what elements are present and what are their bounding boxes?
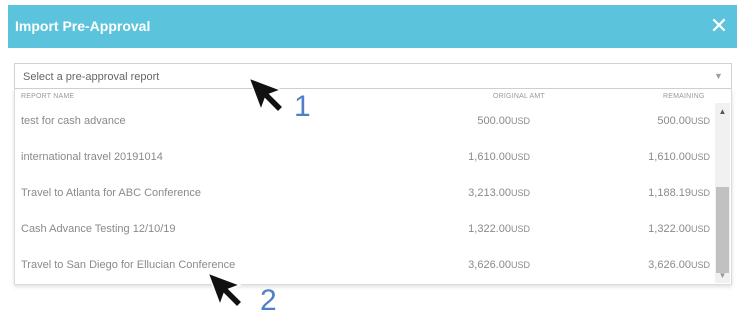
report-row[interactable]: Travel to Atlanta for ABC Conference 3,2…: [15, 176, 715, 212]
scrollbar-thumb[interactable]: [716, 187, 729, 273]
close-icon[interactable]: ✕: [707, 13, 731, 39]
annotation-label-1: 1: [294, 90, 311, 123]
report-row[interactable]: Travel to San Diego for Ellucian Confere…: [15, 248, 715, 284]
original-amount: 3,626.00USD: [468, 259, 530, 271]
original-amount: 1,322.00USD: [468, 223, 530, 235]
report-row[interactable]: Cash Advance Testing 12/10/19 1,322.00US…: [15, 212, 715, 248]
original-amount: 1,610.00USD: [468, 151, 530, 163]
scroll-up-icon[interactable]: ▲: [715, 105, 730, 119]
remaining-amount: 1,322.00USD: [648, 223, 710, 235]
annotation-label-2: 2: [260, 284, 277, 317]
report-name: test for cash advance: [21, 115, 126, 127]
dialog-header: Import Pre-Approval ✕: [8, 5, 737, 48]
pre-approval-select[interactable]: Select a pre-approval report ▼: [14, 63, 732, 89]
chevron-down-icon[interactable]: ▼: [706, 64, 731, 88]
report-name: Travel to Atlanta for ABC Conference: [21, 187, 201, 199]
original-amount: 500.00USD: [477, 115, 530, 127]
remaining-amount: 3,626.00USD: [648, 259, 710, 271]
column-header-remaining: REMAINING: [663, 93, 705, 100]
column-header-original-amt: ORIGINAL AMT: [493, 93, 545, 100]
report-row[interactable]: test for cash advance 500.00USD 500.00US…: [15, 104, 715, 140]
column-header-report-name: REPORT NAME: [21, 93, 75, 100]
select-placeholder: Select a pre-approval report: [23, 71, 160, 83]
scrollbar[interactable]: ▲ ▼: [715, 103, 730, 283]
scroll-down-icon[interactable]: ▼: [715, 269, 730, 283]
report-dropdown-list: REPORT NAME ORIGINAL AMT REMAINING test …: [14, 89, 732, 285]
report-name: Cash Advance Testing 12/10/19: [21, 223, 176, 235]
dialog-title: Import Pre-Approval: [15, 18, 151, 34]
report-row[interactable]: international travel 20191014 1,610.00US…: [15, 140, 715, 176]
remaining-amount: 1,188.19USD: [648, 187, 710, 199]
remaining-amount: 1,610.00USD: [648, 151, 710, 163]
arrow-cursor-icon: [248, 77, 284, 113]
report-name: Travel to San Diego for Ellucian Confere…: [21, 259, 236, 271]
report-name: international travel 20191014: [21, 151, 163, 163]
original-amount: 3,213.00USD: [468, 187, 530, 199]
remaining-amount: 500.00USD: [657, 115, 710, 127]
arrow-cursor-icon: [207, 272, 243, 308]
